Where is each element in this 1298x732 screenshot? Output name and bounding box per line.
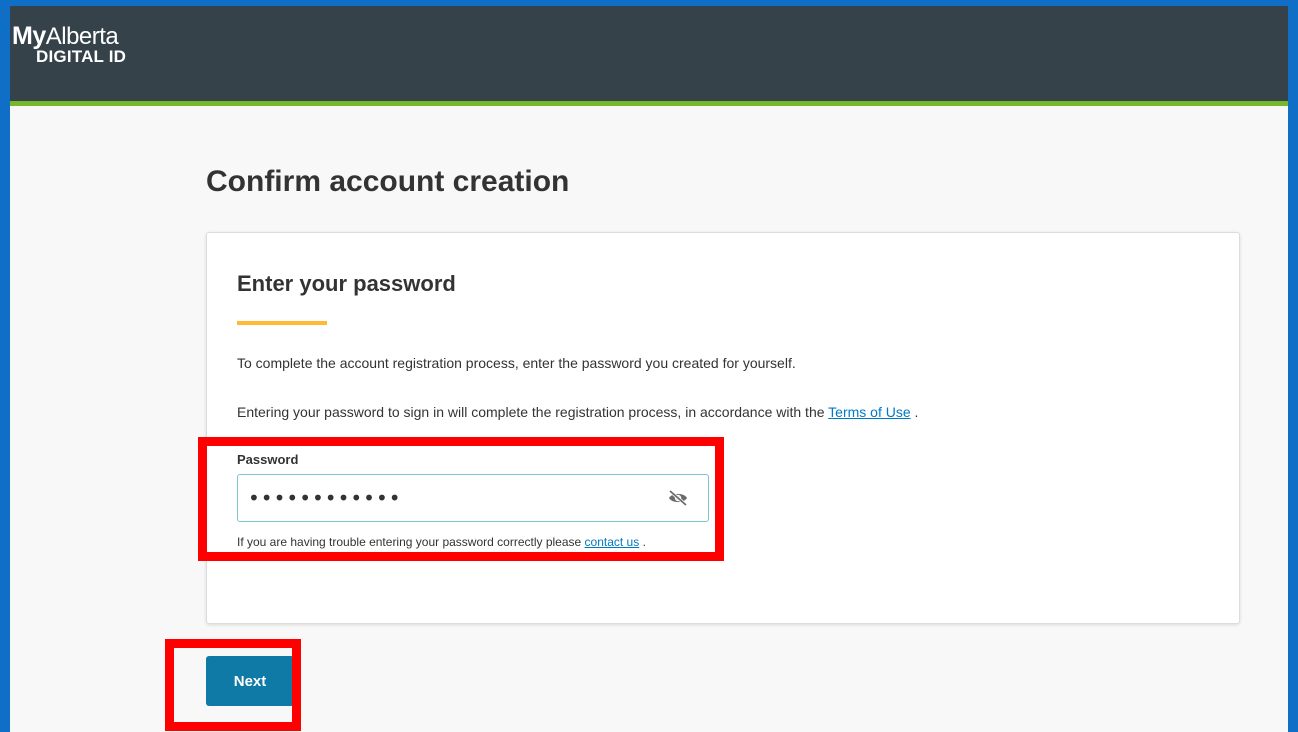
next-button[interactable]: Next <box>206 656 294 706</box>
help-text-prefix: If you are having trouble entering your … <box>237 535 585 549</box>
password-label: Password <box>237 452 299 467</box>
page-title: Confirm account creation <box>206 165 570 198</box>
terms-text-prefix: Entering your password to sign in will c… <box>237 404 829 420</box>
password-input[interactable] <box>237 474 709 522</box>
password-card: Enter your password To complete the acco… <box>206 232 1240 624</box>
password-help-text: If you are having trouble entering your … <box>237 535 646 549</box>
myalberta-digital-id-logo[interactable]: MyAlberta DIGITAL ID <box>12 22 127 66</box>
browser-frame: MyAlberta DIGITAL ID Confirm account cre… <box>0 0 1298 732</box>
logo-alberta-text: Alberta <box>45 23 119 50</box>
terms-of-use-link[interactable]: Terms of Use <box>828 404 910 420</box>
logo-my-text: My <box>12 22 46 50</box>
card-title: Enter your password <box>237 271 456 296</box>
terms-text: Entering your password to sign in will c… <box>237 404 918 420</box>
eye-slash-icon[interactable] <box>667 488 689 508</box>
title-accent-bar <box>237 321 327 325</box>
contact-us-link[interactable]: contact us <box>585 535 640 549</box>
help-text-suffix: . <box>639 535 646 549</box>
instruction-text: To complete the account registration pro… <box>237 355 796 371</box>
logo-digital-id-text: DIGITAL ID <box>36 47 127 66</box>
site-header: MyAlberta DIGITAL ID <box>10 6 1288 106</box>
terms-text-suffix: . <box>910 404 919 420</box>
